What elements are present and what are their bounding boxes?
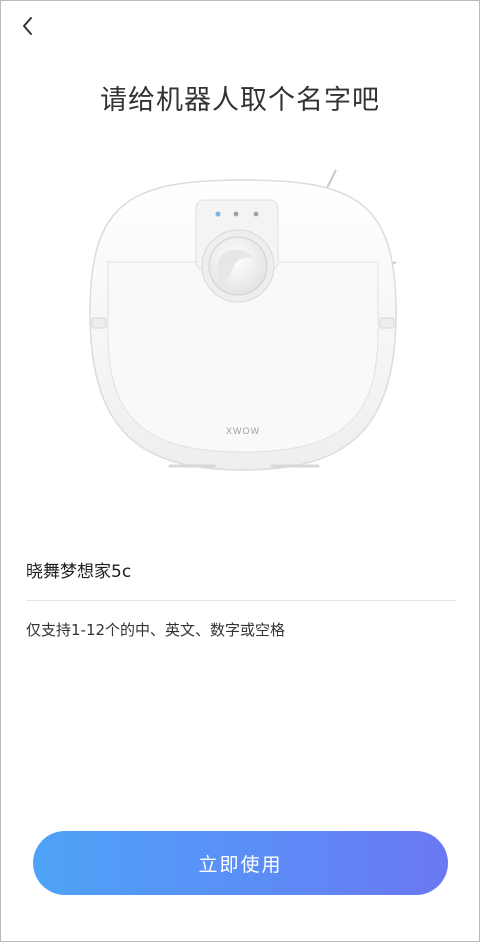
robot-image: XWOW — [78, 162, 408, 484]
name-hint-text: 仅支持1-12个的中、英文、数字或空格 — [26, 621, 286, 639]
robot-brand-text: XWOW — [226, 426, 260, 436]
robot-name-input[interactable]: 晓舞梦想家5c — [26, 557, 131, 582]
back-button[interactable] — [14, 12, 42, 40]
page-title: 请给机器人取个名字吧 — [100, 85, 380, 116]
input-divider — [26, 600, 456, 601]
chevron-left-icon — [23, 17, 32, 35]
use-now-button[interactable]: 立即使用 — [33, 831, 448, 895]
